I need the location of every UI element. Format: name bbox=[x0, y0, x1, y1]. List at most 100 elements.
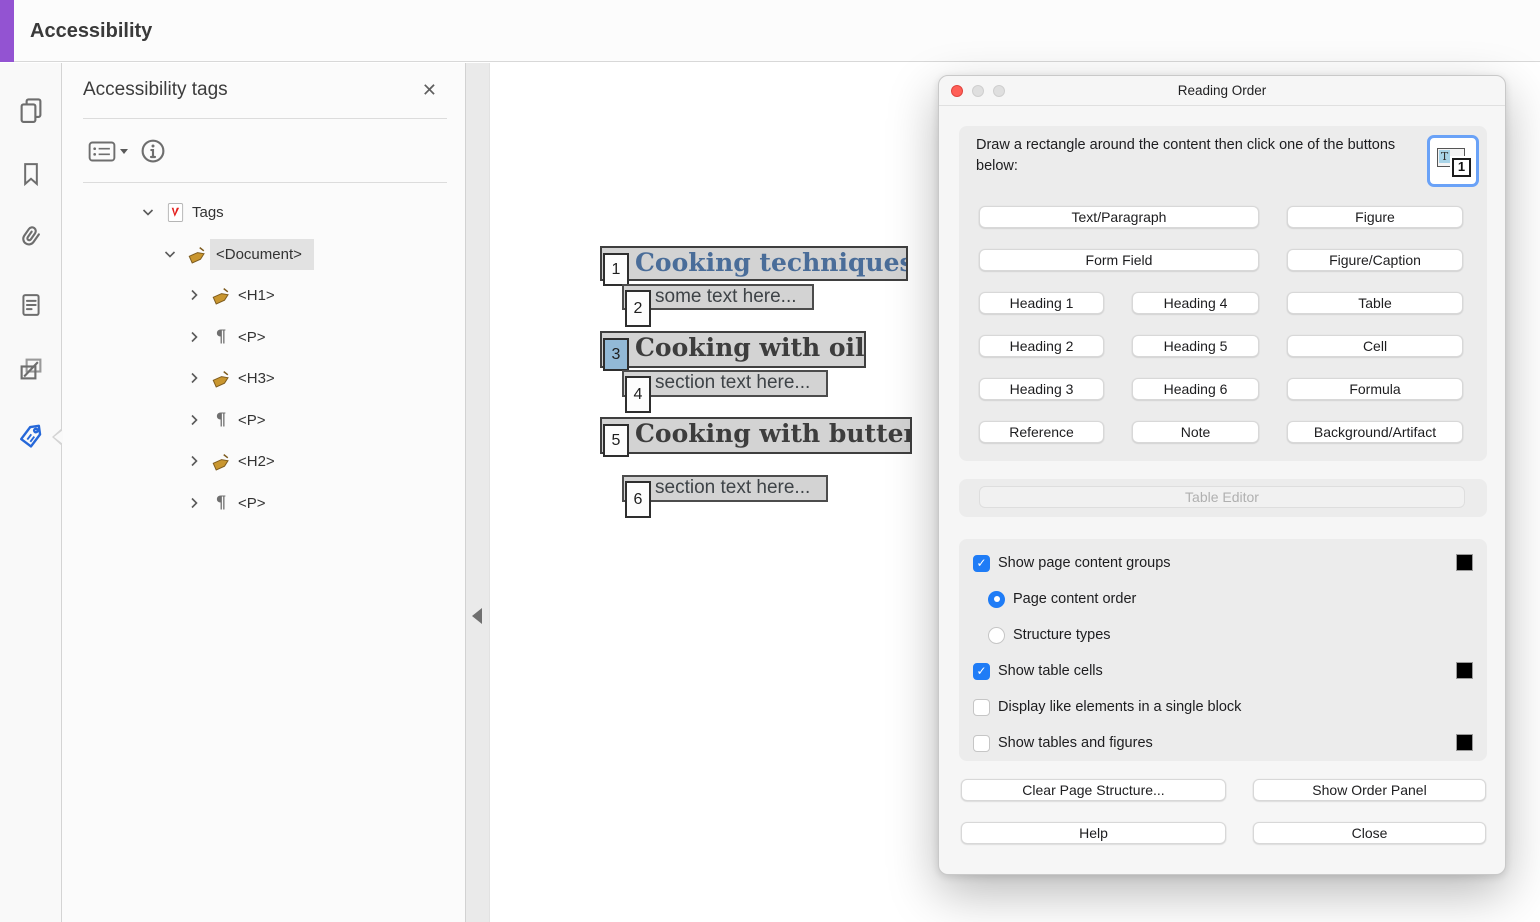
sidebar-item-page-thumbnails[interactable] bbox=[0, 88, 62, 132]
chevron-right-icon[interactable] bbox=[186, 370, 202, 386]
cell-button[interactable]: Cell bbox=[1287, 335, 1463, 357]
reading-order-badge[interactable]: 4 bbox=[625, 376, 651, 413]
document-icon bbox=[17, 291, 45, 319]
sidebar-item-attachments[interactable] bbox=[0, 216, 62, 260]
reading-order-dialog: Reading Order Draw a rectangle around th… bbox=[938, 75, 1506, 875]
option-label: Show table cells bbox=[998, 663, 1103, 679]
heading-6-button[interactable]: Heading 6 bbox=[1132, 378, 1259, 400]
tree-label: <P> bbox=[238, 412, 266, 429]
dialog-titlebar[interactable]: Reading Order bbox=[939, 76, 1505, 106]
tree-row-tags[interactable]: Tags bbox=[140, 197, 224, 227]
reading-order-badge[interactable]: 3 bbox=[603, 338, 629, 371]
chevron-right-icon[interactable] bbox=[186, 453, 202, 469]
checkbox[interactable]: ✓ bbox=[973, 555, 990, 572]
tree-row-p1[interactable]: ¶ <P> bbox=[186, 322, 266, 352]
tree-row-h1[interactable]: <H1> bbox=[186, 280, 275, 310]
sidebar-item-page-content[interactable] bbox=[0, 283, 62, 327]
accent-bar bbox=[0, 0, 14, 62]
heading-text: Cooking with butter bbox=[602, 419, 910, 448]
accessibility-tags-panel: Accessibility tags ✕ bbox=[62, 63, 465, 922]
heading-text: Cooking with oil bbox=[602, 333, 864, 362]
radio-button[interactable] bbox=[988, 591, 1005, 608]
heading-3-button[interactable]: Heading 3 bbox=[979, 378, 1104, 400]
checkbox[interactable]: ✓ bbox=[973, 735, 990, 752]
content-region-heading1[interactable]: Cooking techniques 1 bbox=[600, 246, 908, 281]
structure-types-group: Draw a rectangle around the content then… bbox=[959, 126, 1487, 461]
panel-splitter[interactable] bbox=[465, 63, 490, 922]
formula-button[interactable]: Formula bbox=[1287, 378, 1463, 400]
paperclip-icon bbox=[16, 223, 46, 253]
heading-4-button[interactable]: Heading 4 bbox=[1132, 292, 1259, 314]
option-show-tables-and-figures: ✓ Show tables and figures bbox=[973, 733, 1473, 753]
checkbox[interactable]: ✓ bbox=[973, 663, 990, 680]
color-swatch[interactable] bbox=[1456, 662, 1473, 679]
table-editor-button[interactable]: Table Editor bbox=[979, 486, 1465, 508]
list-options-icon bbox=[86, 138, 118, 165]
tree-label: <P> bbox=[238, 495, 266, 512]
paragraph-text: section text here... bbox=[624, 372, 826, 393]
option-label: Show tables and figures bbox=[998, 735, 1153, 751]
content-region-paragraph2[interactable]: section text here... 4 bbox=[622, 370, 828, 397]
chevron-right-icon[interactable] bbox=[186, 412, 202, 428]
tree-label: <Document> bbox=[210, 239, 314, 270]
chevron-down-icon[interactable] bbox=[162, 246, 178, 262]
reading-order-tool-icon[interactable]: T 1 bbox=[1427, 135, 1479, 187]
list-options-button[interactable] bbox=[86, 138, 128, 165]
background-artifact-button[interactable]: Background/Artifact bbox=[1287, 421, 1463, 443]
table-button[interactable]: Table bbox=[1287, 292, 1463, 314]
chevron-down-icon[interactable] bbox=[140, 204, 156, 220]
heading-2-button[interactable]: Heading 2 bbox=[979, 335, 1104, 357]
note-button[interactable]: Note bbox=[1132, 421, 1259, 443]
chevron-right-icon[interactable] bbox=[186, 329, 202, 345]
help-button[interactable]: Help bbox=[961, 822, 1226, 844]
reading-order-badge[interactable]: 1 bbox=[603, 253, 629, 286]
radio-button[interactable] bbox=[988, 627, 1005, 644]
tree-row-p2[interactable]: ¶ <P> bbox=[186, 405, 266, 435]
reading-order-badge[interactable]: 5 bbox=[603, 424, 629, 457]
tag-icon bbox=[211, 451, 231, 471]
text-paragraph-button[interactable]: Text/Paragraph bbox=[979, 206, 1259, 228]
chevron-right-icon[interactable] bbox=[186, 287, 202, 303]
heading-5-button[interactable]: Heading 5 bbox=[1132, 335, 1259, 357]
content-region-heading2[interactable]: Cooking with oil 3 bbox=[600, 331, 866, 368]
heading-1-button[interactable]: Heading 1 bbox=[979, 292, 1104, 314]
figure-button[interactable]: Figure bbox=[1287, 206, 1463, 228]
tree-row-h3[interactable]: <H3> bbox=[186, 363, 275, 393]
color-swatch[interactable] bbox=[1456, 554, 1473, 571]
panel-title: Accessibility tags bbox=[83, 79, 228, 101]
paragraph-text: section text here... bbox=[624, 477, 826, 498]
display-options-group: ✓ Show page content groups Page content … bbox=[959, 539, 1487, 761]
tree-row-p3[interactable]: ¶ <P> bbox=[186, 488, 266, 518]
reading-order-badge[interactable]: 2 bbox=[625, 290, 651, 327]
option-page-content-order: Page content order bbox=[973, 589, 1473, 609]
clear-page-structure-button[interactable]: Clear Page Structure... bbox=[961, 779, 1226, 801]
reference-button[interactable]: Reference bbox=[979, 421, 1104, 443]
close-icon[interactable]: ✕ bbox=[422, 80, 437, 100]
checkbox[interactable]: ✓ bbox=[973, 699, 990, 716]
option-label: Page content order bbox=[1013, 591, 1136, 607]
color-swatch[interactable] bbox=[1456, 734, 1473, 751]
pdf-tags-root-icon bbox=[165, 202, 185, 222]
collapse-panel-arrow-icon[interactable] bbox=[472, 608, 482, 624]
tree-row-document[interactable]: <Document> bbox=[162, 239, 314, 269]
content-region-heading3[interactable]: Cooking with butter 5 bbox=[600, 417, 912, 454]
tree-row-h2[interactable]: <H2> bbox=[186, 446, 275, 476]
order-icon bbox=[16, 354, 46, 384]
sidebar-item-reading-order[interactable] bbox=[0, 347, 62, 391]
chevron-right-icon[interactable] bbox=[186, 495, 202, 511]
figure-caption-button[interactable]: Figure/Caption bbox=[1287, 249, 1463, 271]
tag-icon bbox=[15, 421, 47, 453]
bookmark-icon bbox=[17, 160, 45, 188]
close-button[interactable]: Close bbox=[1253, 822, 1486, 844]
show-order-panel-button[interactable]: Show Order Panel bbox=[1253, 779, 1486, 801]
sidebar-item-bookmarks[interactable] bbox=[0, 152, 62, 196]
info-button[interactable] bbox=[138, 136, 168, 166]
paragraph-icon: ¶ bbox=[211, 410, 231, 430]
reading-order-badge[interactable]: 6 bbox=[625, 481, 651, 518]
page-thumbnails-icon bbox=[16, 95, 46, 125]
chevron-down-icon bbox=[120, 149, 128, 154]
tree-label: <H2> bbox=[238, 453, 275, 470]
form-field-button[interactable]: Form Field bbox=[979, 249, 1259, 271]
content-region-paragraph1[interactable]: some text here... 2 bbox=[622, 284, 814, 310]
content-region-paragraph3[interactable]: section text here... 6 bbox=[622, 475, 828, 502]
